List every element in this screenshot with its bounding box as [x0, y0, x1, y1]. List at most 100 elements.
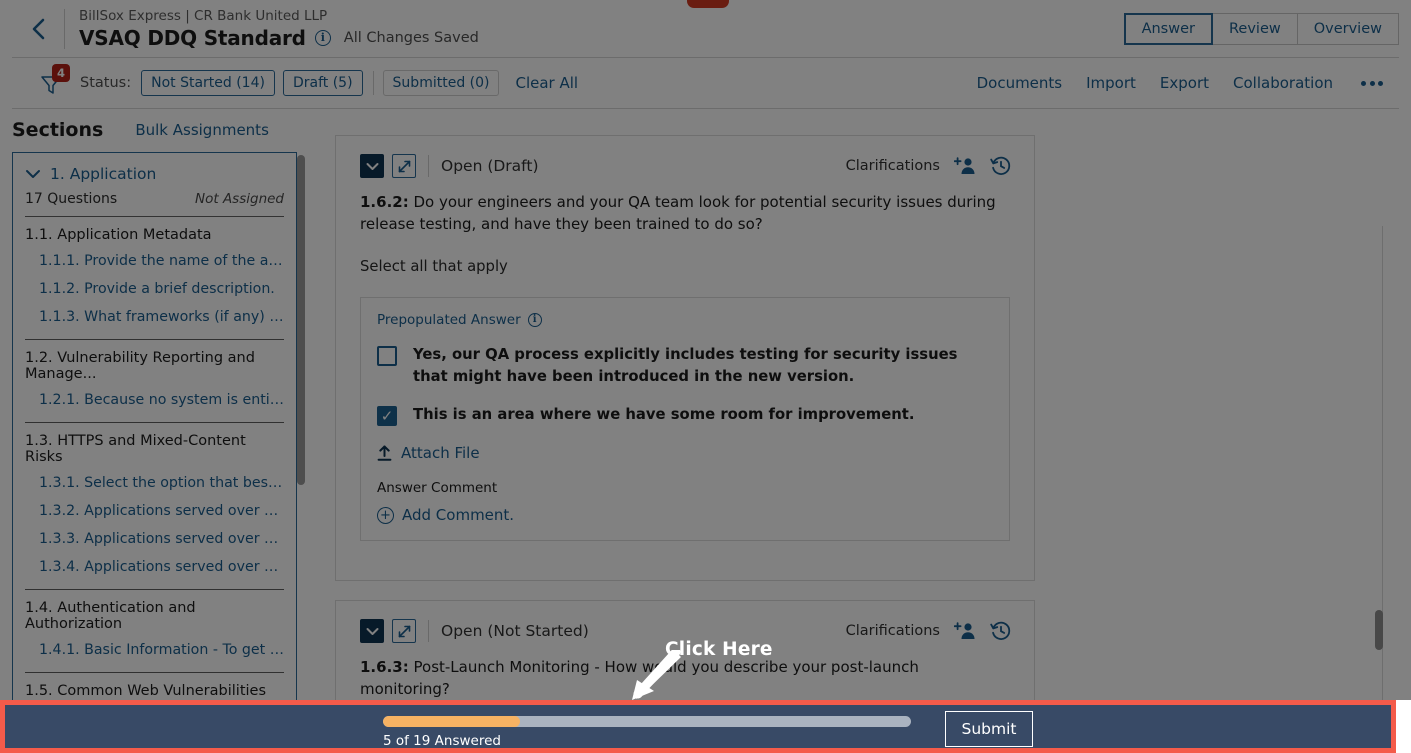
- section-header[interactable]: 1. Application 17 Questions Not Assigned: [13, 153, 296, 207]
- history-clock-icon: [990, 621, 1011, 640]
- back-button[interactable]: [12, 0, 64, 58]
- sidebar-question-link[interactable]: 1.1.2. Provide a brief description.: [25, 275, 284, 303]
- sidebar-question-link[interactable]: 1.3.4. Applications served over SSL may.…: [25, 553, 284, 581]
- info-icon[interactable]: i: [527, 312, 542, 327]
- breadcrumb: BillSox Express | CR Bank United LLP: [79, 7, 328, 24]
- upload-icon: [377, 445, 392, 461]
- clear-all-button[interactable]: Clear All: [515, 74, 578, 92]
- app-header: BillSox Express | CR Bank United LLP VSA…: [12, 0, 1399, 58]
- add-person-icon[interactable]: [954, 621, 976, 641]
- attach-file-label: Attach File: [401, 444, 480, 463]
- chevron-down-icon: [366, 627, 378, 635]
- submit-button[interactable]: Submit: [945, 711, 1033, 747]
- info-icon[interactable]: i: [314, 29, 331, 46]
- expand-diagonal-icon: [398, 160, 410, 172]
- sections-sidebar[interactable]: 1. Application 17 Questions Not Assigned…: [12, 152, 297, 753]
- group-title: 1.1. Application Metadata: [25, 227, 212, 243]
- progress-text: 5 of 19 Answered: [383, 733, 501, 749]
- section-group: 1.3. HTTPS and Mixed-Content Risks 1.3.1…: [13, 423, 296, 590]
- sections-title: Sections: [12, 119, 104, 141]
- question-text: 1.6.2: Do your engineers and your QA tea…: [336, 178, 1034, 236]
- question-body: Do your engineers and your QA team look …: [360, 193, 996, 233]
- app-surface: BillSox Express | CR Bank United LLP VSA…: [0, 0, 1411, 753]
- section-group: 1.4. Authentication and Authorization 1.…: [13, 590, 296, 673]
- filter-count-badge: 4: [52, 64, 70, 82]
- question-text: 1.6.3: Post-Launch Monitoring - How woul…: [336, 643, 1034, 701]
- progress-area: 5 of 19 Answered: [383, 716, 911, 749]
- chevron-down-icon: [366, 162, 378, 170]
- main-scrollbar-track[interactable]: [1382, 226, 1383, 753]
- export-link[interactable]: Export: [1160, 74, 1209, 92]
- header-actions: Answer Review Overview: [1123, 12, 1399, 45]
- history-clock-icon[interactable]: [990, 155, 1012, 177]
- sections-header: Sections Bulk Assignments: [0, 110, 320, 150]
- expand-question-button[interactable]: [392, 154, 416, 178]
- sidebar-question-link[interactable]: 1.2.1. Because no system is entirely fre…: [25, 386, 284, 414]
- sidebar-question-link[interactable]: 1.3.1. Select the option that best descr…: [25, 469, 284, 497]
- chip-draft[interactable]: Draft (5): [282, 70, 363, 96]
- history-clock-icon[interactable]: [990, 620, 1012, 642]
- toolbar-separator: [372, 71, 374, 95]
- group-title: 1.4. Authentication and Authorization: [25, 600, 196, 632]
- add-comment-label: Add Comment.: [402, 506, 515, 525]
- tab-answer[interactable]: Answer: [1123, 12, 1213, 45]
- progress-fill: [383, 716, 521, 727]
- expand-diagonal-icon: [398, 625, 410, 637]
- question-status: Open (Not Started): [441, 622, 589, 640]
- import-link[interactable]: Import: [1086, 74, 1136, 92]
- tab-review[interactable]: Review: [1211, 12, 1298, 45]
- add-person-icon[interactable]: [954, 156, 976, 176]
- sidebar-question-link[interactable]: 1.3.3. Applications served over SSL may.…: [25, 525, 284, 553]
- header-divider: [428, 620, 429, 642]
- collaboration-link[interactable]: Collaboration: [1233, 74, 1333, 92]
- section-group: 1.2. Vulnerability Reporting and Manage.…: [13, 340, 296, 423]
- checkbox-unchecked[interactable]: [377, 345, 397, 366]
- tab-overview[interactable]: Overview: [1296, 12, 1399, 45]
- header-divider: [64, 8, 65, 49]
- submit-bar: 5 of 19 Answered Submit: [0, 700, 1396, 753]
- section-question-count: 17 Questions: [25, 191, 118, 207]
- clarifications-label[interactable]: Clarifications: [846, 158, 940, 174]
- sidebar-question-link[interactable]: 1.3.2. Applications served over SSL may.…: [25, 497, 284, 525]
- group-title: 1.3. HTTPS and Mixed-Content Risks: [25, 433, 246, 465]
- chevron-left-icon: [32, 18, 45, 39]
- collapse-question-button[interactable]: [360, 154, 384, 178]
- add-person-icon: [954, 157, 975, 174]
- checkbox-checked[interactable]: ✓: [377, 405, 397, 426]
- main-scrollbar-thumb[interactable]: [1375, 610, 1383, 650]
- sidebar-scrollbar-thumb[interactable]: [297, 155, 305, 485]
- add-comment-button[interactable]: + Add Comment.: [377, 506, 993, 524]
- prepopulated-row: Prepopulated Answer i: [377, 312, 993, 328]
- status-label: Status:: [80, 75, 132, 91]
- bulk-assignments-link[interactable]: Bulk Assignments: [135, 121, 269, 139]
- attach-file-button[interactable]: Attach File: [377, 444, 993, 462]
- sidebar-question-link[interactable]: 1.1.1. Provide the name of the applicati…: [25, 247, 284, 275]
- sidebar-question-link[interactable]: 1.1.3. What frameworks (if any) does thi…: [25, 303, 284, 331]
- app-root: BillSox Express | CR Bank United LLP VSA…: [0, 0, 1411, 753]
- question-body: Post-Launch Monitoring - How would you d…: [360, 658, 919, 698]
- answer-option[interactable]: Yes, our QA process explicitly includes …: [377, 344, 993, 388]
- documents-link[interactable]: Documents: [977, 74, 1063, 92]
- question-number: 1.6.2:: [360, 193, 409, 211]
- progress-track: [383, 716, 911, 727]
- page-title: VSAQ DDQ Standard: [79, 25, 306, 50]
- toolbar-links: Documents Import Export Collaboration: [977, 74, 1399, 92]
- collapse-question-button[interactable]: [360, 619, 384, 643]
- answer-comment-label: Answer Comment: [377, 480, 498, 497]
- group-title: 1.5. Common Web Vulnerabilities: [25, 683, 267, 699]
- expand-question-button[interactable]: [392, 619, 416, 643]
- section-name: 1. Application: [50, 165, 157, 183]
- chip-not-started[interactable]: Not Started (14): [141, 70, 275, 96]
- group-title: 1.2. Vulnerability Reporting and Manage.…: [25, 350, 255, 382]
- filter-button[interactable]: 4: [38, 64, 72, 100]
- clarifications-label[interactable]: Clarifications: [846, 623, 940, 639]
- prepopulated-label: Prepopulated Answer: [377, 311, 521, 328]
- sidebar-question-link[interactable]: 1.4.1. Basic Information - To get starte…: [25, 636, 284, 664]
- more-horizontal-icon[interactable]: [1357, 80, 1387, 86]
- chip-submitted[interactable]: Submitted (0): [382, 70, 500, 96]
- chevron-down-icon[interactable]: [25, 169, 41, 179]
- answer-option[interactable]: ✓ This is an area where we have some roo…: [377, 404, 993, 426]
- header-titles: BillSox Express | CR Bank United LLP VSA…: [79, 8, 479, 50]
- history-clock-icon: [990, 156, 1011, 175]
- option-label: This is an area where we have some room …: [413, 405, 915, 423]
